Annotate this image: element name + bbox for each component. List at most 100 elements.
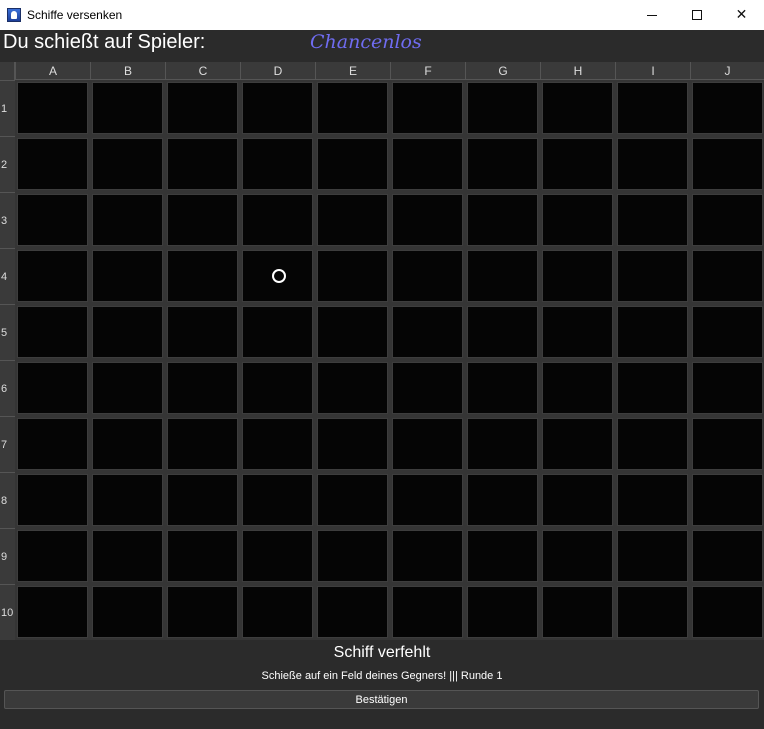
board-cell-d7[interactable] xyxy=(242,418,313,470)
board-cell-h4[interactable] xyxy=(542,250,613,302)
board-cell-d2[interactable] xyxy=(242,138,313,190)
board-cell-g1[interactable] xyxy=(467,82,538,134)
board-cell-c3[interactable] xyxy=(167,194,238,246)
board-cell-a1[interactable] xyxy=(17,82,88,134)
board-cell-c8[interactable] xyxy=(167,474,238,526)
board-cell-b4[interactable] xyxy=(92,250,163,302)
board-cell-f6[interactable] xyxy=(392,362,463,414)
board-cell-i10[interactable] xyxy=(617,586,688,638)
board-cell-f3[interactable] xyxy=(392,194,463,246)
board-cell-h8[interactable] xyxy=(542,474,613,526)
board-cell-e8[interactable] xyxy=(317,474,388,526)
board-cell-b2[interactable] xyxy=(92,138,163,190)
board-cell-b3[interactable] xyxy=(92,194,163,246)
board-cell-e3[interactable] xyxy=(317,194,388,246)
board-cell-f9[interactable] xyxy=(392,530,463,582)
board-cell-a3[interactable] xyxy=(17,194,88,246)
board-cell-c1[interactable] xyxy=(167,82,238,134)
board-cell-d3[interactable] xyxy=(242,194,313,246)
board-cell-c10[interactable] xyxy=(167,586,238,638)
board-cell-b7[interactable] xyxy=(92,418,163,470)
board-cell-j5[interactable] xyxy=(692,306,763,358)
board-cell-e6[interactable] xyxy=(317,362,388,414)
board-cell-b8[interactable] xyxy=(92,474,163,526)
board-cell-c5[interactable] xyxy=(167,306,238,358)
board-cell-g4[interactable] xyxy=(467,250,538,302)
board-cell-j2[interactable] xyxy=(692,138,763,190)
board-cell-c7[interactable] xyxy=(167,418,238,470)
board-cell-e2[interactable] xyxy=(317,138,388,190)
board-cell-i4[interactable] xyxy=(617,250,688,302)
board-cell-a2[interactable] xyxy=(17,138,88,190)
board-cell-f1[interactable] xyxy=(392,82,463,134)
board-cell-h9[interactable] xyxy=(542,530,613,582)
board-cell-b10[interactable] xyxy=(92,586,163,638)
board-cell-h6[interactable] xyxy=(542,362,613,414)
board-cell-f7[interactable] xyxy=(392,418,463,470)
board-cell-j8[interactable] xyxy=(692,474,763,526)
board-cell-e4[interactable] xyxy=(317,250,388,302)
board-cell-i2[interactable] xyxy=(617,138,688,190)
board-cell-d10[interactable] xyxy=(242,586,313,638)
board-cell-g6[interactable] xyxy=(467,362,538,414)
board-cell-d1[interactable] xyxy=(242,82,313,134)
board-cell-g2[interactable] xyxy=(467,138,538,190)
board-cell-j9[interactable] xyxy=(692,530,763,582)
board-cell-c2[interactable] xyxy=(167,138,238,190)
board-cell-b5[interactable] xyxy=(92,306,163,358)
board-cell-b6[interactable] xyxy=(92,362,163,414)
board-cell-f5[interactable] xyxy=(392,306,463,358)
board-cell-c6[interactable] xyxy=(167,362,238,414)
board-cell-j6[interactable] xyxy=(692,362,763,414)
board-cell-g3[interactable] xyxy=(467,194,538,246)
board-cell-f10[interactable] xyxy=(392,586,463,638)
board-cell-a5[interactable] xyxy=(17,306,88,358)
board-cell-i9[interactable] xyxy=(617,530,688,582)
board-cell-h7[interactable] xyxy=(542,418,613,470)
board-cell-h2[interactable] xyxy=(542,138,613,190)
board-cell-g9[interactable] xyxy=(467,530,538,582)
board-cell-i1[interactable] xyxy=(617,82,688,134)
board-cell-a7[interactable] xyxy=(17,418,88,470)
board-cell-d9[interactable] xyxy=(242,530,313,582)
board-cell-i3[interactable] xyxy=(617,194,688,246)
confirm-button[interactable]: Bestätigen xyxy=(4,690,759,709)
board-cell-g10[interactable] xyxy=(467,586,538,638)
board-cell-a9[interactable] xyxy=(17,530,88,582)
board-cell-j1[interactable] xyxy=(692,82,763,134)
board-cell-h10[interactable] xyxy=(542,586,613,638)
board-cell-h1[interactable] xyxy=(542,82,613,134)
board-cell-g5[interactable] xyxy=(467,306,538,358)
board-cell-f4[interactable] xyxy=(392,250,463,302)
maximize-button[interactable] xyxy=(674,0,719,30)
board-cell-d6[interactable] xyxy=(242,362,313,414)
board-cell-d5[interactable] xyxy=(242,306,313,358)
board-cell-e5[interactable] xyxy=(317,306,388,358)
board-cell-e7[interactable] xyxy=(317,418,388,470)
board-cell-i7[interactable] xyxy=(617,418,688,470)
board-cell-a4[interactable] xyxy=(17,250,88,302)
board-cell-b1[interactable] xyxy=(92,82,163,134)
board-cell-d8[interactable] xyxy=(242,474,313,526)
board-cell-a8[interactable] xyxy=(17,474,88,526)
board-cell-e9[interactable] xyxy=(317,530,388,582)
board-cell-f8[interactable] xyxy=(392,474,463,526)
board-cell-e1[interactable] xyxy=(317,82,388,134)
board-cell-c4[interactable] xyxy=(167,250,238,302)
board-cell-h3[interactable] xyxy=(542,194,613,246)
board-cell-f2[interactable] xyxy=(392,138,463,190)
board-cell-c9[interactable] xyxy=(167,530,238,582)
board-cell-j3[interactable] xyxy=(692,194,763,246)
board-cell-e10[interactable] xyxy=(317,586,388,638)
minimize-button[interactable] xyxy=(629,0,674,30)
board-cell-a6[interactable] xyxy=(17,362,88,414)
board-cell-g8[interactable] xyxy=(467,474,538,526)
board-cell-j10[interactable] xyxy=(692,586,763,638)
board-cell-d4[interactable] xyxy=(242,250,313,302)
board-cell-i8[interactable] xyxy=(617,474,688,526)
board-cell-h5[interactable] xyxy=(542,306,613,358)
board-cell-b9[interactable] xyxy=(92,530,163,582)
board-cell-i5[interactable] xyxy=(617,306,688,358)
board-cell-g7[interactable] xyxy=(467,418,538,470)
close-button[interactable]: ✕ xyxy=(719,0,764,30)
